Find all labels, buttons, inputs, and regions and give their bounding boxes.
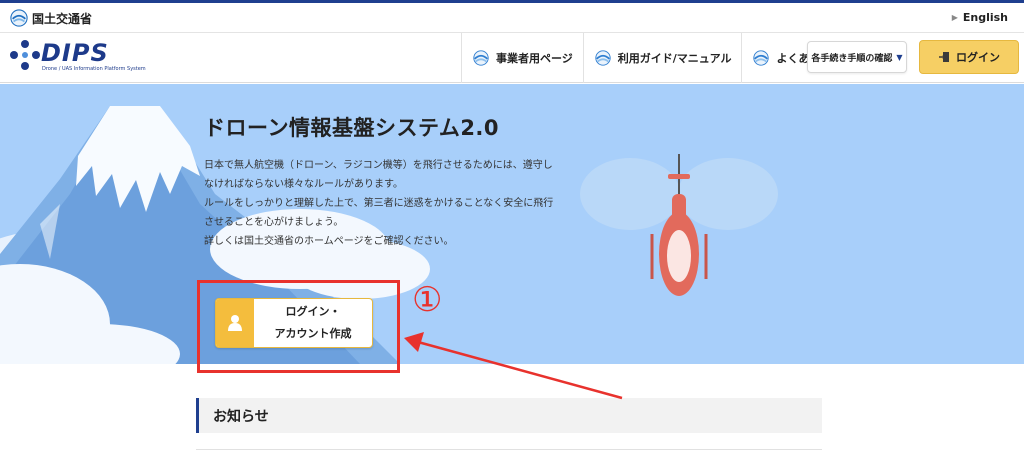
annotation-arrow-icon <box>404 332 623 400</box>
page: 国土交通省 ▶ English DIPS Drone / UAS Informa… <box>0 0 1024 459</box>
